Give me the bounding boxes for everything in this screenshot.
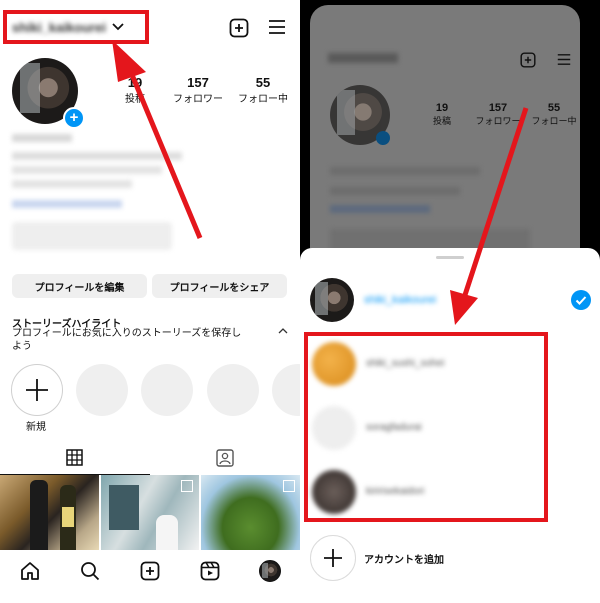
bottle bbox=[30, 480, 48, 550]
grid-icon bbox=[66, 449, 83, 466]
annotation-arrow bbox=[450, 107, 529, 325]
label bbox=[62, 507, 74, 527]
chevron-up-icon[interactable] bbox=[278, 327, 288, 334]
highlights-desc-line: プロフィールにお気に入りのストーリーズを保存し bbox=[12, 328, 242, 339]
multi-photo-icon bbox=[283, 480, 295, 492]
photo-figure bbox=[156, 515, 178, 550]
new-highlight-label: 新規 bbox=[26, 422, 46, 433]
reels-icon[interactable] bbox=[200, 561, 220, 581]
grid-photo[interactable] bbox=[0, 475, 99, 550]
create-icon[interactable] bbox=[140, 561, 160, 581]
edit-profile-button[interactable]: プロフィールを編集 bbox=[12, 274, 147, 298]
highlight-placeholder bbox=[141, 364, 193, 416]
plus-icon bbox=[26, 379, 48, 401]
search-icon[interactable] bbox=[80, 561, 100, 581]
tagged-tab[interactable] bbox=[150, 446, 300, 474]
highlight-placeholder bbox=[76, 364, 128, 416]
home-icon[interactable] bbox=[20, 561, 40, 581]
highlight-placeholder bbox=[207, 364, 259, 416]
left-screen: shiki_kaikourei + 19 投稿 157 フォロワー 55 フォロ… bbox=[0, 0, 324, 603]
bottom-nav bbox=[0, 550, 300, 603]
annotation-arrow bbox=[112, 40, 203, 239]
share-profile-button[interactable]: プロフィールをシェア bbox=[152, 274, 287, 298]
new-highlight-button[interactable] bbox=[11, 364, 63, 416]
grid-tab[interactable] bbox=[0, 446, 150, 475]
grid-photo[interactable] bbox=[101, 475, 199, 550]
profile-tab-avatar[interactable] bbox=[259, 560, 281, 582]
grid-photo[interactable] bbox=[201, 475, 300, 550]
multi-photo-icon bbox=[181, 480, 193, 492]
right-screen: 19 投稿 157 フォロワー 55 フォロー中 shiki_kaikourei bbox=[300, 0, 600, 603]
tagged-person-icon bbox=[216, 449, 234, 467]
highlights-desc: プロフィールにお気に入りのストーリーズを保存し よう bbox=[12, 327, 262, 353]
photo-window bbox=[109, 485, 139, 530]
highlights-desc-line: よう bbox=[12, 341, 32, 352]
